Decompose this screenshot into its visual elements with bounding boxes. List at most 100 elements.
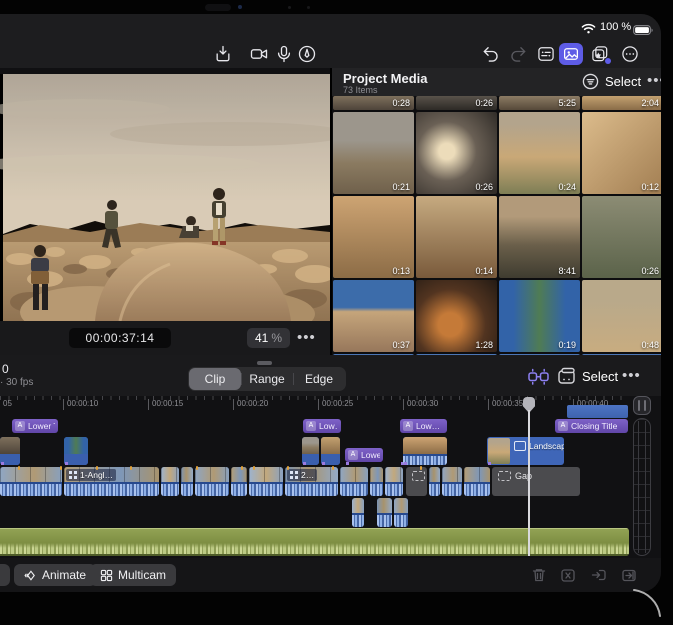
playhead[interactable] xyxy=(523,396,535,558)
media-thumbnail[interactable]: 0:37 xyxy=(333,280,414,352)
clip-waveform xyxy=(442,482,462,496)
import-icon[interactable] xyxy=(213,44,233,64)
title-clip[interactable]: AClosing Title xyxy=(555,419,628,433)
video-camera-icon[interactable] xyxy=(249,44,269,64)
mode-tab-edge[interactable]: Edge xyxy=(293,368,345,390)
media-thumbnail[interactable]: 0:14 xyxy=(416,196,497,278)
storyline-clip[interactable] xyxy=(464,467,490,496)
animate-button[interactable]: Animate xyxy=(14,564,96,586)
clip-connection-dot xyxy=(404,462,407,465)
mode-tab-clip[interactable]: Clip xyxy=(189,368,241,390)
effects-icon[interactable] xyxy=(590,44,610,64)
media-thumbnail[interactable]: 0:12 xyxy=(582,112,661,194)
storyline-clip[interactable] xyxy=(429,467,440,496)
connected-clip[interactable] xyxy=(64,437,88,465)
title-clip-label: Lower T… xyxy=(28,421,55,431)
panel-resize-handle[interactable] xyxy=(257,361,272,365)
media-thumbnail[interactable]: 0:26 xyxy=(416,96,497,110)
clip-thumbnail xyxy=(321,437,340,454)
connected-clip-below[interactable] xyxy=(377,498,392,527)
storyline-clip[interactable]: 1-Angl… xyxy=(64,467,159,496)
media-thumbnail[interactable]: 5:25 xyxy=(499,96,580,110)
connected-clip-below[interactable] xyxy=(352,498,364,527)
viewer-more-icon[interactable]: ••• xyxy=(297,329,316,347)
blade-icon[interactable] xyxy=(560,567,576,583)
timecode-display[interactable]: 00:00:37:14 xyxy=(69,328,171,348)
media-thumbnail[interactable]: 8:41 xyxy=(499,196,580,278)
trash-icon[interactable] xyxy=(531,567,547,583)
gap-clip[interactable]: G xyxy=(406,467,427,496)
connected-clip[interactable] xyxy=(403,437,447,465)
storyline-clip[interactable] xyxy=(181,467,193,496)
front-camera-lens xyxy=(238,5,242,9)
media-select-button[interactable]: Select xyxy=(605,74,641,89)
media-thumbnail[interactable]: 2:04 xyxy=(582,96,661,110)
timeline[interactable]: 0500:00:1000:00:1500:00:2000:00:2500:00:… xyxy=(0,396,661,558)
connected-clip[interactable] xyxy=(0,437,20,465)
duration-badge: 0:19 xyxy=(558,340,576,350)
microphone-icon[interactable] xyxy=(274,44,294,64)
title-clip-label: Low… xyxy=(416,421,440,431)
storyline-clip[interactable]: 2… xyxy=(285,467,338,496)
clip-name: 2… xyxy=(301,470,314,480)
title-clip[interactable]: ALow… xyxy=(400,419,447,433)
media-thumbnail[interactable]: 0:13 xyxy=(333,196,414,278)
cropped-edge-button[interactable] xyxy=(0,564,10,586)
thumbnail-separators xyxy=(181,467,193,482)
viewer-controls-bar: 00:00:37:14 41% ••• xyxy=(0,321,330,355)
inspector-icon[interactable] xyxy=(536,44,556,64)
mode-tab-range[interactable]: Range xyxy=(241,368,293,390)
clip-waveform xyxy=(377,513,392,527)
title-clip[interactable]: ALower T… xyxy=(12,419,58,433)
undo-icon[interactable] xyxy=(481,44,501,64)
redo-icon[interactable] xyxy=(508,44,528,64)
title-clip[interactable]: ALow… xyxy=(303,419,341,433)
storyline-clip[interactable] xyxy=(249,467,283,496)
storyline-clip[interactable] xyxy=(0,467,62,496)
connected-clips-icon[interactable] xyxy=(527,366,550,387)
clip-marker xyxy=(241,466,243,470)
media-thumbnail[interactable]: 0:28 xyxy=(333,96,414,110)
media-more-icon[interactable]: ••• xyxy=(647,72,661,90)
filter-icon[interactable] xyxy=(582,73,599,90)
media-thumbnail[interactable]: 0:21 xyxy=(333,112,414,194)
gap-clip[interactable]: Gap xyxy=(492,467,580,496)
timeline-more-icon[interactable]: ••• xyxy=(622,367,641,385)
insert-icon[interactable] xyxy=(591,567,607,583)
media-thumbnail[interactable]: 0:26 xyxy=(582,196,661,278)
multicam-button[interactable]: Multicam xyxy=(90,564,176,586)
clip-connection-dot xyxy=(1,462,4,465)
media-browser-button[interactable] xyxy=(559,43,583,65)
duration-badge: 0:26 xyxy=(475,182,493,192)
title-clip[interactable]: ALower… xyxy=(345,448,383,462)
timeline-select-button[interactable]: Select xyxy=(582,369,618,384)
storyline-clip[interactable] xyxy=(195,467,229,496)
zoom-unit: % xyxy=(271,331,282,345)
media-thumbnail[interactable]: 0:19 xyxy=(499,280,580,352)
storyline-clip[interactable] xyxy=(370,467,383,496)
timeline-scrollbar[interactable] xyxy=(633,418,651,556)
storyline-clip[interactable] xyxy=(340,467,368,496)
media-thumbnail[interactable]: 1:28 xyxy=(416,280,497,352)
media-thumbnail[interactable]: 0:26 xyxy=(416,112,497,194)
media-thumbnail[interactable]: 0:48 xyxy=(582,280,661,352)
media-thumbnail[interactable]: 0:24 xyxy=(499,112,580,194)
effects-active-dot xyxy=(605,58,611,64)
connected-clip[interactable] xyxy=(302,437,319,465)
connected-clip-below[interactable] xyxy=(394,498,408,527)
storyline-clip[interactable] xyxy=(442,467,462,496)
multicam-grid-icon xyxy=(69,471,77,479)
status-bar: 100 % xyxy=(0,14,661,40)
viewer-video-frame[interactable] xyxy=(0,74,330,321)
storyline-clip[interactable] xyxy=(161,467,179,496)
connected-clip[interactable] xyxy=(321,437,340,465)
more-circle-icon[interactable] xyxy=(620,44,640,64)
clip-overview-icon[interactable] xyxy=(557,367,576,386)
storyline-clip[interactable] xyxy=(231,467,247,496)
viewer-zoom-control[interactable]: 41% xyxy=(247,328,290,348)
clip-connection-dot xyxy=(488,462,491,465)
apple-pencil-icon[interactable] xyxy=(297,44,317,64)
timeline-scroll-handle[interactable] xyxy=(633,396,651,415)
storyline-clip[interactable] xyxy=(385,467,403,496)
clip-waveform xyxy=(181,482,193,496)
